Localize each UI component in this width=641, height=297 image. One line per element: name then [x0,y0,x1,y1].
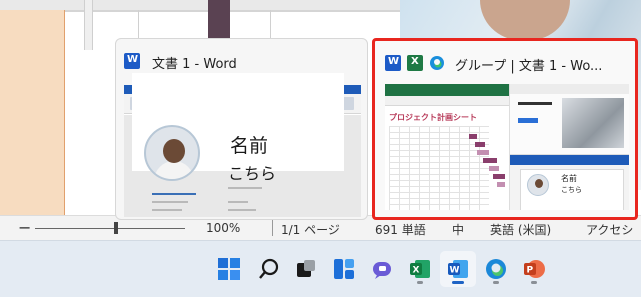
running-indicator [531,281,537,284]
zoom-slider-thumb[interactable] [114,222,118,234]
word-icon [124,53,140,69]
svg-text:P: P [527,266,534,276]
profile-photo [144,125,200,181]
word-icon [385,55,401,71]
snapshot-subheading: こちら [228,164,277,183]
powerpoint-icon: P [524,260,545,278]
taskbar-excel-button[interactable]: X [402,251,438,287]
svg-text:X: X [413,266,420,276]
taskbar-start-button[interactable] [211,251,247,287]
task-view-icon [297,260,315,277]
zoom-slider-track[interactable] [35,228,185,229]
teams-chat-icon [373,262,391,279]
page-info[interactable]: 1/1 ページ [281,221,340,238]
svg-text:W: W [450,266,460,276]
preview-title: 文書 1 - Word [152,57,237,72]
taskbar-edge-button[interactable] [478,251,514,287]
windows-start-icon [218,258,240,280]
zoom-out-button[interactable]: − [18,218,31,237]
running-indicator [417,281,423,284]
background-strip [84,0,93,50]
snapshot-word-window: 名前 こちら [509,154,629,210]
snapshot-word-name: 名前 [561,174,577,183]
background-purple-block [208,0,230,38]
zoom-percent[interactable]: 100% [206,221,240,235]
preview-header: グループ | 文書 1 - Wo... [375,41,635,83]
preview-group-snapshot: プロジェクト計画シート 名前 こちら [385,84,629,210]
input-mode: 中 [452,223,465,237]
search-icon [259,258,279,279]
word-count[interactable]: 691 単語 [375,221,426,238]
taskbar-task-view-button[interactable] [288,251,324,287]
taskbar-chat-button[interactable] [364,251,400,287]
taskbar-word-button[interactable]: W [440,251,476,287]
preview-group-selected[interactable]: グループ | 文書 1 - Wo... プロジェクト計画シート 名前 こちら [372,38,638,220]
snapshot-excel-ribbon [385,84,509,96]
preview-title: グループ | 文書 1 - Wo... [455,59,603,74]
running-indicator [493,281,499,284]
taskbar-search-button[interactable] [251,251,287,287]
snapshot-word-sub: こちら [561,186,582,194]
background-orange-panel [0,10,65,215]
taskbar-widgets-button[interactable] [326,251,362,287]
status-separator [272,220,273,236]
widgets-icon [334,259,354,279]
language-indicator[interactable]: 英語 (米国) [490,221,551,238]
edge-icon [429,55,445,71]
taskbar: X W P [0,240,641,297]
active-indicator [452,281,464,284]
snapshot-name-heading: 名前 [230,135,269,157]
preview-word-document[interactable]: 文書 1 - Word 名前 こちら [115,38,368,220]
snapshot-edge-page [509,84,629,154]
edge-icon [486,259,506,279]
excel-icon: X [410,260,430,278]
excel-icon [407,55,423,71]
accessibility-status[interactable]: アクセシ [586,221,633,238]
taskbar-powerpoint-button[interactable]: P [516,251,552,287]
word-icon: W [448,260,468,278]
snapshot-excel-title: プロジェクト計画シート [389,113,477,122]
